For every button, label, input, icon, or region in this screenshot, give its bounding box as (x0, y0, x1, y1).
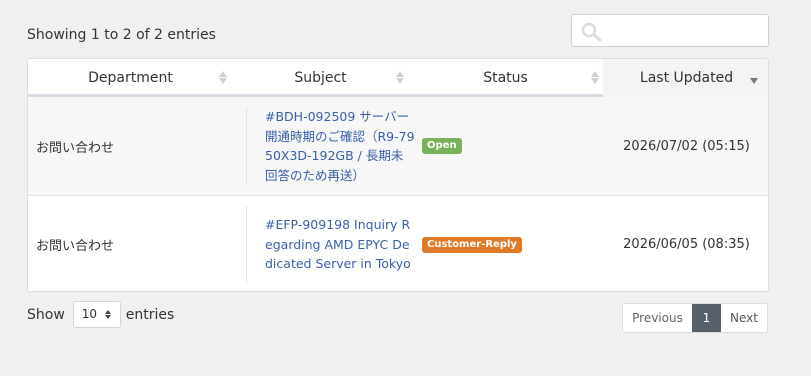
sort-icon (591, 71, 599, 85)
page-length-select[interactable]: 10 (72, 301, 121, 328)
column-header-subject[interactable]: Subject (233, 59, 408, 97)
table-info-text: Showing 1 to 2 of 2 entries (27, 27, 216, 43)
page-1-button[interactable]: 1 (692, 304, 721, 332)
subject-cell: #EFP-909198 Inquiry Regarding AMD EPYC D… (265, 196, 415, 291)
department-cell: お問い合わせ (36, 140, 115, 156)
previous-page-button[interactable]: Previous (623, 304, 692, 332)
table-row[interactable]: お問い合わせ #BDH-092509 サーバー開通時期のご確認（R9-7950X… (28, 97, 768, 195)
last-updated-cell: 2026/06/05 (08:35) (623, 237, 750, 252)
select-caret-icon (104, 310, 111, 320)
tickets-page: Showing 1 to 2 of 2 entries Department S… (0, 0, 811, 376)
subject-cell: #BDH-092509 サーバー開通時期のご確認（R9-7950X3D-192G… (265, 97, 415, 195)
column-header-status[interactable]: Status (408, 59, 603, 97)
department-cell: お問い合わせ (36, 239, 115, 254)
page-length-control: Show 10 entries (27, 301, 174, 328)
last-updated-cell: 2026/07/02 (05:15) (623, 138, 750, 154)
cell-divider (246, 107, 247, 185)
tickets-table: Department Subject Status Last Updated お… (27, 58, 769, 292)
column-label: Department (88, 70, 173, 86)
table-header: Department Subject Status Last Updated (28, 59, 768, 97)
ticket-subject-link[interactable]: #EFP-909198 Inquiry Regarding AMD EPYC D… (265, 215, 415, 274)
show-label: Show (27, 306, 65, 323)
entries-label: entries (125, 306, 175, 323)
column-header-last-updated[interactable]: Last Updated (603, 59, 768, 97)
search-input[interactable] (571, 14, 769, 47)
status-cell: Open (422, 97, 462, 195)
sort-icon (396, 71, 404, 85)
column-header-department[interactable]: Department (28, 59, 233, 97)
column-label: Subject (294, 70, 347, 86)
table-row[interactable]: お問い合わせ #EFP-909198 Inquiry Regarding AMD… (28, 195, 768, 291)
sort-desc-icon (750, 71, 758, 85)
ticket-subject-link[interactable]: #BDH-092509 サーバー開通時期のご確認（R9-7950X3D-192G… (265, 107, 415, 185)
status-badge: Open (422, 138, 462, 154)
status-cell: Customer-Reply (422, 196, 522, 291)
page-length-value: 10 (81, 307, 98, 321)
pagination: Previous 1 Next (622, 303, 768, 333)
cell-divider (246, 206, 247, 283)
sort-icon (219, 71, 227, 85)
next-page-button[interactable]: Next (721, 304, 767, 332)
status-badge: Customer-Reply (422, 236, 522, 253)
column-label: Last Updated (639, 70, 734, 86)
column-label: Status (483, 70, 528, 86)
